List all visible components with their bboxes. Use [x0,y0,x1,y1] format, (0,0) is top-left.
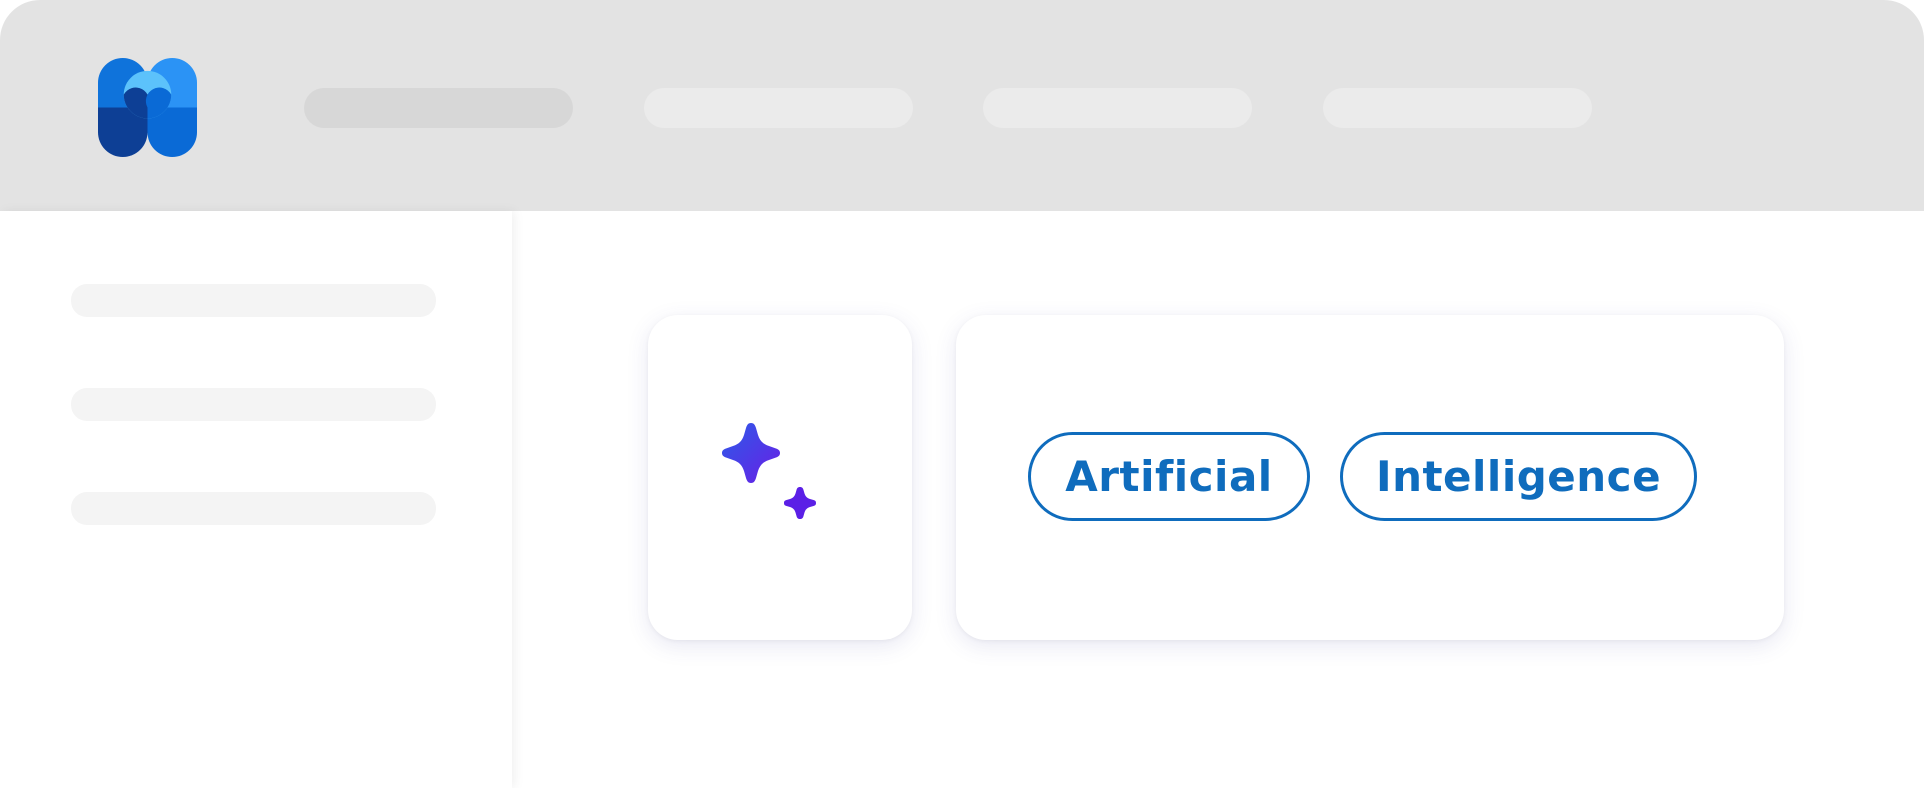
nav-item-3[interactable] [983,88,1252,128]
sidebar-item-3[interactable] [71,492,436,525]
nav-item-1[interactable] [304,88,573,128]
tag-intelligence[interactable]: Intelligence [1340,432,1697,521]
tags-card: Artificial Intelligence [956,315,1784,640]
app-window: Artificial Intelligence [0,0,1924,788]
tag-label: Artificial [1065,452,1273,501]
app-logo-icon[interactable] [98,58,197,157]
top-header-bar [0,0,1924,211]
sidebar-item-1[interactable] [71,284,436,317]
nav-item-2[interactable] [644,88,913,128]
sidebar-item-2[interactable] [71,388,436,421]
sparkle-icon [708,415,838,545]
nav-item-4[interactable] [1323,88,1592,128]
tag-artificial[interactable]: Artificial [1028,432,1310,521]
tag-label: Intelligence [1375,452,1662,501]
icon-card[interactable] [648,315,912,640]
sidebar [0,211,512,788]
